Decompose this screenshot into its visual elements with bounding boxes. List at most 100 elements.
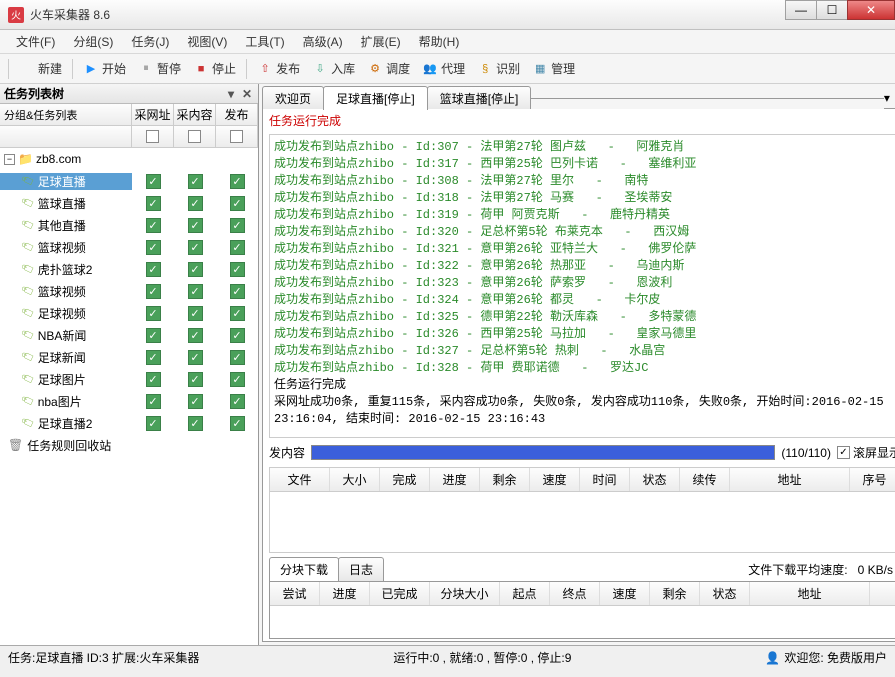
task-checkbox[interactable]: ✓ [146,284,161,299]
toolbar-入库-button[interactable]: ⇩入库 [308,58,359,79]
task-checkbox[interactable]: ✓ [188,306,203,321]
scroll-checkbox[interactable]: ✓ 滚屏显示 [837,444,895,461]
dl-col[interactable]: 终点 [550,582,600,605]
task-row[interactable]: 🏷其他直播✓✓✓ [0,214,258,236]
chevron-down-icon[interactable]: ▾ [224,87,238,101]
task-checkbox[interactable]: ✓ [188,284,203,299]
file-col[interactable]: 文件 [270,468,330,491]
task-checkbox[interactable]: ✓ [146,328,161,343]
task-checkbox[interactable]: ✓ [188,328,203,343]
task-row[interactable]: 🏷足球视频✓✓✓ [0,302,258,324]
dl-col[interactable]: 速度 [600,582,650,605]
file-col[interactable]: 完成 [380,468,430,491]
menu-item[interactable]: 视图(V) [179,30,235,53]
file-col[interactable]: 地址 [730,468,850,491]
task-row[interactable]: 🏷足球直播✓✓✓ [0,170,258,192]
menu-item[interactable]: 任务(J) [123,30,177,53]
task-checkbox[interactable]: ✓ [188,350,203,365]
task-checkbox[interactable]: ✓ [188,218,203,233]
task-row[interactable]: 🏷NBA新闻✓✓✓ [0,324,258,346]
menu-item[interactable]: 帮助(H) [411,30,468,53]
task-row[interactable]: 🏷虎扑篮球2✓✓✓ [0,258,258,280]
task-row[interactable]: 🏷足球新闻✓✓✓ [0,346,258,368]
toolbar-调度-button[interactable]: ⚙调度 [363,58,414,79]
file-col[interactable]: 速度 [530,468,580,491]
task-checkbox[interactable]: ✓ [188,416,203,431]
minimize-button[interactable]: — [785,0,817,20]
task-checkbox[interactable]: ✓ [230,196,245,211]
dl-col[interactable]: 剩余 [650,582,700,605]
toolbar-开始-button[interactable]: ▶开始 [79,58,130,79]
file-col[interactable]: 续传 [680,468,730,491]
dl-tab[interactable]: 分块下载 [269,557,339,581]
file-col[interactable]: 大小 [330,468,380,491]
task-checkbox[interactable]: ✓ [230,262,245,277]
task-checkbox[interactable]: ✓ [146,262,161,277]
tab[interactable]: 欢迎页 [262,86,324,110]
task-row[interactable]: 🏷nba图片✓✓✓ [0,390,258,412]
task-checkbox[interactable]: ✓ [230,174,245,189]
trash-row[interactable]: 🗑 任务规则回收站 [0,434,258,456]
header-checkbox[interactable] [188,130,201,143]
header-checkbox[interactable] [146,130,159,143]
task-row[interactable]: 🏷篮球视频✓✓✓ [0,280,258,302]
chevron-down-icon[interactable]: ▾ [884,91,890,105]
menu-item[interactable]: 高级(A) [295,30,351,53]
task-row[interactable]: 🏷篮球视频✓✓✓ [0,236,258,258]
dl-col[interactable]: 起点 [500,582,550,605]
task-checkbox[interactable]: ✓ [230,218,245,233]
maximize-button[interactable]: ☐ [816,0,848,20]
task-checkbox[interactable]: ✓ [146,350,161,365]
task-checkbox[interactable]: ✓ [188,394,203,409]
expand-icon[interactable]: − [4,154,15,165]
task-checkbox[interactable]: ✓ [230,284,245,299]
task-checkbox[interactable]: ✓ [146,240,161,255]
task-checkbox[interactable]: ✓ [188,240,203,255]
log-box[interactable]: 成功发布到站点zhibo - Id:307 - 法甲第27轮 图卢兹 - 阿雅克… [269,134,895,438]
task-checkbox[interactable]: ✓ [230,350,245,365]
dl-col[interactable]: 尝试 [270,582,320,605]
file-col[interactable]: 序号 [850,468,895,491]
task-checkbox[interactable]: ✓ [146,416,161,431]
menu-item[interactable]: 工具(T) [237,30,292,53]
col-name[interactable]: 分组&任务列表 [0,104,132,125]
task-row[interactable]: 🏷篮球直播✓✓✓ [0,192,258,214]
close-button[interactable]: ✕ [847,0,895,20]
dl-col[interactable]: 进度 [320,582,370,605]
task-checkbox[interactable]: ✓ [146,372,161,387]
file-col[interactable]: 状态 [630,468,680,491]
toolbar-发布-button[interactable]: ⇧发布 [253,58,304,79]
task-checkbox[interactable]: ✓ [188,262,203,277]
pane-close-icon[interactable]: ✕ [240,87,254,101]
task-checkbox[interactable]: ✓ [230,306,245,321]
file-col[interactable]: 剩余 [480,468,530,491]
task-checkbox[interactable]: ✓ [230,416,245,431]
task-row[interactable]: 🏷足球图片✓✓✓ [0,368,258,390]
task-row[interactable]: 🏷足球直播2✓✓✓ [0,412,258,434]
header-checkbox[interactable] [230,130,243,143]
task-checkbox[interactable]: ✓ [146,306,161,321]
toolbar-管理-button[interactable]: ▦管理 [528,58,579,79]
task-checkbox[interactable]: ✓ [230,372,245,387]
toolbar-暂停-button[interactable]: ⏸暂停 [134,58,185,79]
task-checkbox[interactable]: ✓ [230,328,245,343]
toolbar-新建-button[interactable]: 新建 [15,58,66,79]
file-col[interactable]: 进度 [430,468,480,491]
tree-root[interactable]: − 📁 zb8.com [0,148,258,170]
task-checkbox[interactable]: ✓ [188,174,203,189]
dl-col[interactable]: 分块大小 [430,582,500,605]
toolbar-停止-button[interactable]: ■停止 [189,58,240,79]
menu-item[interactable]: 文件(F) [8,30,63,53]
tab[interactable]: 篮球直播[停止] [427,86,532,110]
task-checkbox[interactable]: ✓ [230,240,245,255]
task-checkbox[interactable]: ✓ [146,218,161,233]
task-checkbox[interactable]: ✓ [188,196,203,211]
tab[interactable]: 足球直播[停止] [323,86,428,110]
toolbar-识别-button[interactable]: §识别 [473,58,524,79]
task-checkbox[interactable]: ✓ [230,394,245,409]
file-col[interactable]: 时间 [580,468,630,491]
menu-item[interactable]: 扩展(E) [353,30,409,53]
dl-tab[interactable]: 日志 [338,557,384,581]
task-checkbox[interactable]: ✓ [188,372,203,387]
menu-item[interactable]: 分组(S) [65,30,121,53]
